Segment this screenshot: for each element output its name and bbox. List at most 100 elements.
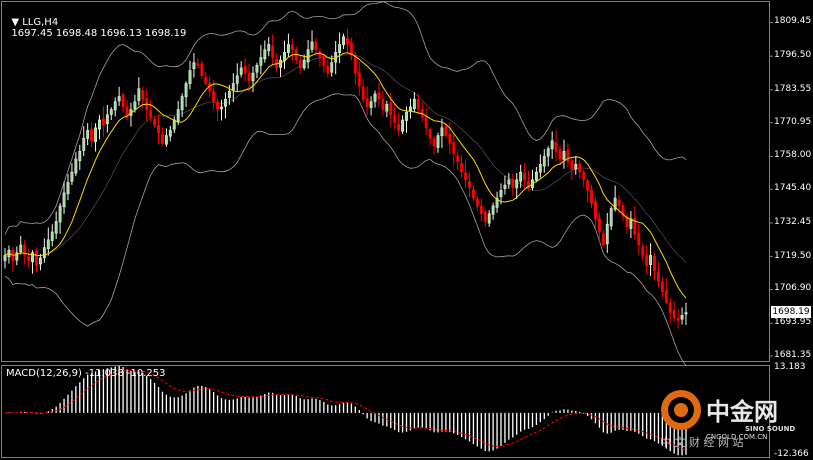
candle-body bbox=[121, 94, 125, 108]
candle-body bbox=[503, 184, 507, 189]
candle-body bbox=[247, 73, 251, 82]
candle-body bbox=[369, 101, 373, 108]
candle-body bbox=[597, 218, 601, 233]
ohlc-label: 1697.45 1698.48 1696.13 1698.19 bbox=[11, 28, 187, 39]
candle-body bbox=[330, 62, 334, 73]
candle-body bbox=[660, 281, 664, 293]
candle-body bbox=[94, 127, 97, 142]
candle-body bbox=[271, 46, 275, 58]
candle-body bbox=[74, 158, 78, 174]
candle-body bbox=[58, 205, 62, 223]
candle-body bbox=[98, 119, 101, 130]
candle-body bbox=[676, 318, 680, 321]
candle-body bbox=[444, 126, 448, 136]
candle-body bbox=[161, 134, 164, 144]
candle-body bbox=[664, 289, 668, 303]
candle-body bbox=[239, 67, 243, 75]
candle-body bbox=[680, 315, 684, 320]
candle-body bbox=[212, 90, 216, 102]
candle-body bbox=[286, 44, 290, 53]
watermark-tagline: 中 文 财 经 网 站 bbox=[660, 436, 744, 449]
candle-body bbox=[672, 310, 676, 319]
candle-body bbox=[306, 49, 310, 63]
candle-body bbox=[558, 149, 562, 160]
candle-body bbox=[385, 104, 389, 112]
watermark-brand: 中金网 bbox=[706, 398, 778, 426]
candle-body bbox=[460, 163, 464, 173]
candle-body bbox=[511, 178, 515, 188]
cngold-logo-icon bbox=[661, 390, 701, 430]
candle-body bbox=[617, 199, 621, 207]
candle-body bbox=[645, 255, 649, 267]
candle-body bbox=[649, 255, 653, 265]
candle-body bbox=[113, 101, 117, 111]
price-tick-label: 1681.35 bbox=[774, 350, 812, 360]
candle-body bbox=[349, 42, 353, 56]
price-tick-label: 1693.95 bbox=[774, 317, 812, 328]
price-tick-label: 1770.95 bbox=[774, 116, 812, 127]
candle-body bbox=[562, 150, 566, 160]
price-tick-label: 1706.90 bbox=[774, 283, 812, 294]
candle-body bbox=[653, 256, 656, 272]
candle-body bbox=[231, 83, 235, 91]
candle-body bbox=[133, 101, 137, 110]
candle-body bbox=[657, 271, 660, 282]
candle-body bbox=[357, 72, 361, 87]
candle-body bbox=[590, 189, 593, 204]
candle-body bbox=[82, 137, 86, 151]
chart-header: ▼ LLG,H4 1697.45 1698.48 1696.13 1698.19 bbox=[11, 17, 187, 39]
candle-body bbox=[424, 116, 428, 129]
candle-body bbox=[346, 37, 349, 45]
candle-body bbox=[428, 129, 432, 139]
macd-label: MACD(12,26,9) -11.038 -10.253 bbox=[6, 368, 166, 379]
candle-body bbox=[373, 93, 377, 102]
candle-body bbox=[519, 171, 523, 182]
candle-body bbox=[318, 51, 322, 58]
candle-body bbox=[432, 138, 436, 147]
candle-body bbox=[586, 180, 590, 191]
chart-background bbox=[0, 0, 813, 460]
candle-body bbox=[251, 72, 255, 82]
candle-body bbox=[188, 70, 192, 84]
candle-body bbox=[574, 163, 578, 170]
candle-body bbox=[491, 205, 495, 215]
candle-body bbox=[684, 312, 688, 315]
candle-body bbox=[302, 59, 306, 69]
candle-body bbox=[487, 213, 491, 224]
candle-body bbox=[668, 302, 672, 313]
candle-body bbox=[172, 119, 176, 130]
candle-body bbox=[416, 98, 420, 110]
candle-body bbox=[566, 149, 570, 162]
candle-body bbox=[105, 114, 109, 125]
candle-body bbox=[637, 232, 641, 246]
candle-body bbox=[609, 208, 613, 227]
candle-body bbox=[157, 124, 160, 134]
candle-body bbox=[243, 65, 247, 74]
candle-body bbox=[310, 41, 314, 50]
price-tick-label: 1796.50 bbox=[774, 50, 812, 61]
candle-body bbox=[19, 244, 23, 252]
candle-body bbox=[255, 65, 259, 73]
candle-body bbox=[475, 198, 479, 207]
candle-body bbox=[409, 106, 412, 112]
candle-body bbox=[224, 98, 227, 107]
candle-body bbox=[180, 96, 184, 111]
candle-body bbox=[35, 250, 38, 267]
candle-body bbox=[499, 190, 503, 198]
candle-body bbox=[338, 44, 342, 53]
candle-body bbox=[440, 127, 444, 137]
candle-body bbox=[365, 98, 369, 108]
candle-body bbox=[570, 160, 574, 170]
macd-tick-label: -12.366 bbox=[774, 449, 809, 459]
candle-body bbox=[200, 63, 204, 76]
candle-body bbox=[397, 123, 401, 131]
candle-body bbox=[62, 192, 66, 208]
watermark-sound: SINO SOUND bbox=[745, 425, 796, 433]
candle-body bbox=[42, 247, 46, 259]
candle-body bbox=[515, 179, 519, 189]
chart-canvas bbox=[0, 0, 813, 460]
candle-body bbox=[263, 49, 267, 60]
candle-body bbox=[361, 86, 365, 100]
candle-body bbox=[523, 172, 527, 181]
candle-body bbox=[298, 59, 302, 69]
